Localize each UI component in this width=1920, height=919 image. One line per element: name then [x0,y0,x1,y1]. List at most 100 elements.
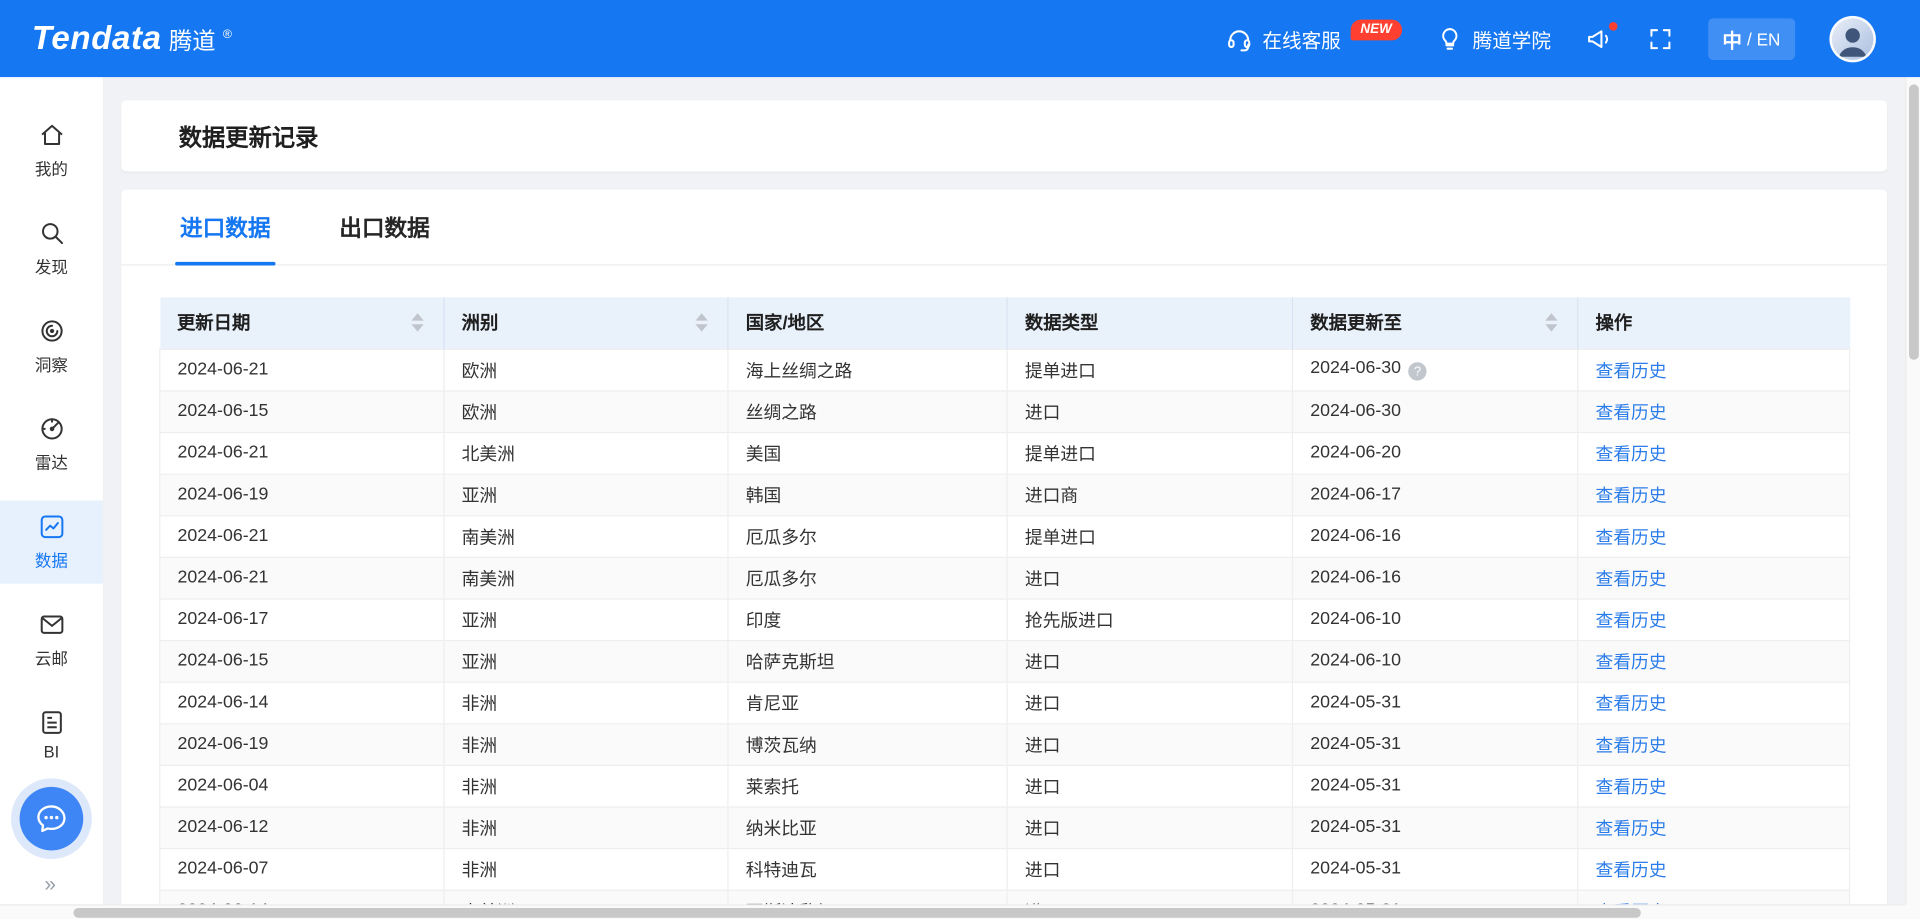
language-toggle[interactable]: 中 / EN [1708,18,1795,60]
view-history-link[interactable]: 查看历史 [1596,819,1667,839]
sidebar-item-label: 数据 [35,547,68,571]
sidebar-item-mail[interactable]: 云邮 [0,598,103,681]
column-label: 数据更新至 [1310,310,1402,336]
data-icon [37,513,65,541]
view-history-link[interactable]: 查看历史 [1596,570,1667,590]
bi-icon [37,709,65,737]
view-history-link[interactable]: 查看历史 [1596,861,1667,881]
column-label: 更新日期 [177,310,250,336]
column-header[interactable]: 洲别 [444,297,728,348]
online-service-link[interactable]: 在线客服 NEW [1226,24,1402,53]
cell-update-date: 2024-06-19 [160,474,444,516]
updated-to-value: 2024-06-10 [1310,609,1401,629]
cell-action: 查看历史 [1578,682,1850,724]
updated-to-value: 2024-06-16 [1310,568,1401,588]
view-history-link[interactable]: 查看历史 [1596,528,1667,548]
cell-update-date: 2024-06-15 [160,390,444,432]
logo-text: Tendata [32,20,162,58]
cell-update-date: 2024-06-15 [160,640,444,682]
updated-to-value: 2024-06-20 [1310,443,1401,463]
vertical-scrollbar-thumb[interactable] [1909,84,1919,359]
chat-button[interactable] [20,787,84,851]
mail-icon [37,611,65,639]
announcements-button[interactable] [1585,25,1612,52]
updated-to-value: 2024-06-10 [1310,651,1401,671]
sidebar-item-data[interactable]: 数据 [0,500,103,583]
user-silhouette-icon [1833,20,1872,59]
collapse-sidebar-button[interactable]: » [0,872,103,896]
cell-data-type: 进口 [1007,806,1292,848]
cell-action: 查看历史 [1578,349,1850,391]
logo[interactable]: Tendata 腾道 ® [32,20,232,58]
cell-updated-to: 2024-06-17 [1292,474,1577,516]
table-row: 2024-06-21南美洲厄瓜多尔进口2024-06-16查看历史 [160,557,1850,599]
table-header-row: 更新日期 洲别 国家/地区数据类型 数据更新至 操作 [160,297,1850,348]
sidebar-item-bi[interactable]: BI [0,696,103,773]
column-header: 操作 [1578,297,1850,348]
cell-updated-to: 2024-05-31 [1292,806,1577,848]
cell-action: 查看历史 [1578,474,1850,516]
sidebar-item-label: 洞察 [35,351,68,375]
view-history-link[interactable]: 查看历史 [1596,611,1667,631]
view-history-link[interactable]: 查看历史 [1596,486,1667,506]
fullscreen-button[interactable] [1647,25,1674,52]
sidebar-item-discover[interactable]: 发现 [0,207,103,290]
cell-update-date: 2024-06-07 [160,848,444,890]
cell-region: 海上丝绸之路 [728,349,1007,391]
insight-icon [37,317,65,345]
sort-icon[interactable] [1543,311,1560,334]
column-header: 国家/地区 [728,297,1007,348]
cell-updated-to: 2024-06-20 [1292,432,1577,474]
registered-mark: ® [223,28,232,41]
cell-updated-to: 2024-05-31 [1292,723,1577,765]
column-label: 数据类型 [1025,310,1098,336]
tab-import-data[interactable]: 进口数据 [180,190,271,265]
cell-updated-to: 2024-05-31 [1292,765,1577,807]
column-header[interactable]: 数据更新至 [1292,297,1577,348]
view-history-link[interactable]: 查看历史 [1596,778,1667,798]
cell-region: 丝绸之路 [728,390,1007,432]
tab-export-data[interactable]: 出口数据 [339,190,430,265]
help-icon[interactable]: ? [1408,363,1426,381]
cell-data-type: 抢先版进口 [1007,598,1292,640]
view-history-link[interactable]: 查看历史 [1596,445,1667,465]
cell-updated-to: 2024-06-16 [1292,515,1577,557]
view-history-link[interactable]: 查看历史 [1596,736,1667,756]
cell-data-type: 进口 [1007,765,1292,807]
vertical-scrollbar[interactable] [1905,77,1920,904]
sidebar-item-label: BI [44,743,60,761]
horizontal-scrollbar[interactable] [0,904,1905,919]
view-history-link[interactable]: 查看历史 [1596,362,1667,382]
sort-icon[interactable] [693,311,710,334]
horizontal-scrollbar-thumb[interactable] [73,908,1640,918]
cell-data-type: 提单进口 [1007,515,1292,557]
table-container: 更新日期洲别国家/地区数据类型数据更新至操作 2024-06-21欧洲海上丝绸之… [159,297,1849,904]
home-icon [37,121,65,149]
column-label: 洲别 [462,310,499,336]
cell-region: 哈萨克斯坦 [728,640,1007,682]
sidebar-item-mine[interactable]: 我的 [0,109,103,192]
cell-region: 博茨瓦纳 [728,723,1007,765]
cell-action: 查看历史 [1578,390,1850,432]
column-header[interactable]: 更新日期 [160,297,444,348]
updated-to-value: 2024-06-30 [1310,358,1401,378]
tab-label: 进口数据 [180,211,271,243]
table-row: 2024-06-15亚洲哈萨克斯坦进口2024-06-10查看历史 [160,640,1850,682]
sidebar-item-insight[interactable]: 洞察 [0,305,103,388]
academy-link[interactable]: 腾道学院 [1436,24,1551,53]
cell-action: 查看历史 [1578,640,1850,682]
cell-continent: 欧洲 [444,390,728,432]
updated-to-value: 2024-05-31 [1310,776,1401,796]
content-card: 进口数据 出口数据 更新日期 洲别 国家/地区数据类型 数据更新至 操作 2024-06-… [121,190,1887,905]
table-row: 2024-06-21北美洲美国提单进口2024-06-20查看历史 [160,432,1850,474]
topbar: Tendata 腾道 ® 在线客服 NEW [0,0,1920,77]
view-history-link[interactable]: 查看历史 [1596,403,1667,423]
sort-icon[interactable] [409,311,426,334]
view-history-link[interactable]: 查看历史 [1596,694,1667,714]
chat-bubble-icon [33,800,70,837]
table-row: 2024-06-07非洲科特迪瓦进口2024-05-31查看历史 [160,848,1850,890]
view-history-link[interactable]: 查看历史 [1596,653,1667,673]
sidebar-item-radar[interactable]: 雷达 [0,403,103,486]
table-row: 2024-06-21欧洲海上丝绸之路提单进口2024-06-30?查看历史 [160,349,1850,391]
avatar[interactable] [1829,15,1876,62]
